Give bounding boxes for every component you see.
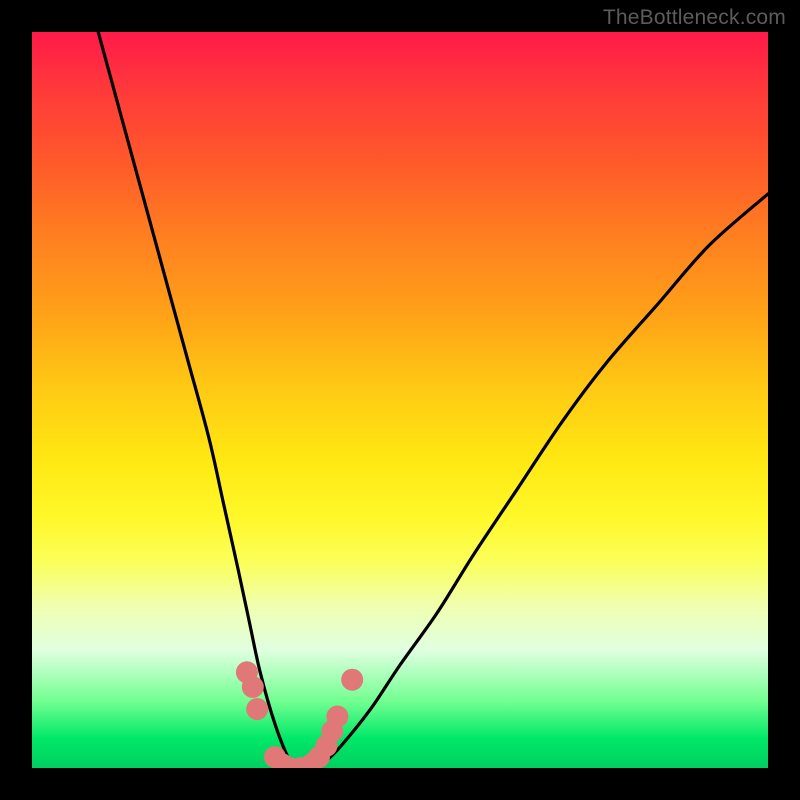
marker-point (341, 669, 363, 691)
chart-container: TheBottleneck.com (0, 0, 800, 800)
watermark-text: TheBottleneck.com (603, 6, 786, 30)
marker-group (236, 661, 363, 768)
chart-svg (32, 32, 768, 768)
marker-point (246, 698, 268, 720)
plot-area (32, 32, 768, 768)
bottleneck-curve (98, 32, 768, 768)
marker-point (326, 706, 348, 728)
marker-point (242, 676, 264, 698)
